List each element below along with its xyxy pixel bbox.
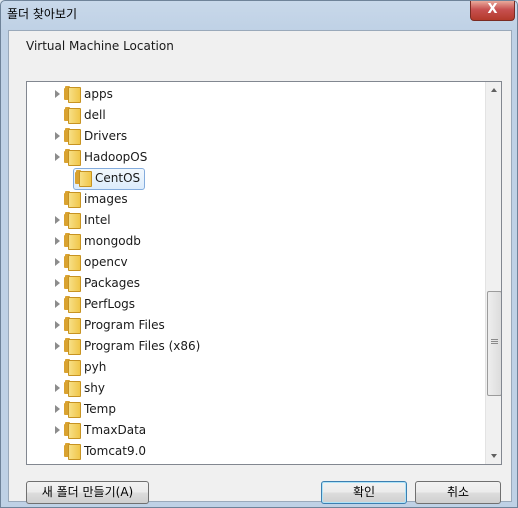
tree-item[interactable]: Program Files	[27, 315, 483, 336]
tree-item[interactable]: mongodb	[27, 231, 483, 252]
expand-arrow-icon[interactable]	[55, 384, 60, 392]
expand-arrow-icon[interactable]	[55, 405, 60, 413]
tree-item-label: PerfLogs	[84, 297, 136, 311]
expand-arrow-icon[interactable]	[55, 237, 60, 245]
folder-icon	[75, 170, 92, 187]
cancel-button[interactable]: 취소	[415, 481, 501, 504]
scroll-down-arrow-icon[interactable]	[486, 447, 501, 464]
tree-item-label: HadoopOS	[84, 150, 148, 164]
tree-item[interactable]: Temp	[27, 399, 483, 420]
expand-arrow-icon[interactable]	[55, 321, 60, 329]
folder-icon	[64, 401, 81, 418]
expand-arrow-icon[interactable]	[55, 90, 60, 98]
folder-icon	[64, 275, 81, 292]
browse-folder-dialog: 폴더 찾아보기 X Virtual Machine Location apps d…	[0, 0, 518, 508]
tree-item[interactable]: shy	[27, 378, 483, 399]
tree-item-label: Program Files	[84, 318, 165, 332]
tree-item-label: TmaxData	[84, 423, 147, 437]
tree-item-label: apps	[84, 87, 113, 101]
tree-item[interactable]: Drivers	[27, 126, 483, 147]
vertical-scrollbar[interactable]	[485, 82, 501, 464]
expand-arrow-icon[interactable]	[55, 153, 60, 161]
folder-icon	[64, 191, 81, 208]
folder-icon	[64, 422, 81, 439]
folder-icon	[64, 359, 81, 376]
tree-item[interactable]: Tomcat9.0	[27, 441, 483, 462]
folder-icon	[64, 128, 81, 145]
tree-item[interactable]: HadoopOS	[27, 147, 483, 168]
tree-item-label: Temp	[84, 402, 116, 416]
folder-icon	[64, 233, 81, 250]
tree-item-label: Drivers	[84, 129, 128, 143]
folder-icon	[64, 107, 81, 124]
expand-arrow-icon[interactable]	[55, 426, 60, 434]
tree-item[interactable]: Program Files (x86)	[27, 336, 483, 357]
dialog-description: Virtual Machine Location	[26, 39, 174, 53]
folder-icon	[64, 254, 81, 271]
tree-item[interactable]: images	[27, 189, 483, 210]
folder-icon	[64, 149, 81, 166]
close-button[interactable]: X	[470, 1, 515, 21]
scroll-up-arrow-icon[interactable]	[486, 82, 501, 99]
folder-icon	[64, 443, 81, 460]
tree-item-label: Tomcat9.0	[84, 444, 147, 458]
folder-icon	[64, 212, 81, 229]
tree-item[interactable]: PerfLogs	[27, 294, 483, 315]
tree-item-label: dell	[84, 108, 106, 122]
tree-item-label: Packages	[84, 276, 140, 290]
expand-arrow-icon[interactable]	[55, 258, 60, 266]
dialog-client-area: Virtual Machine Location apps dell Drivers…	[8, 30, 512, 504]
tree-item-label: Program Files (x86)	[84, 339, 201, 353]
tree-item[interactable]: Packages	[27, 273, 483, 294]
scroll-thumb[interactable]	[487, 291, 501, 396]
folder-icon	[64, 317, 81, 334]
tree-item[interactable]: dell	[27, 105, 483, 126]
tree-item[interactable]: pyh	[27, 357, 483, 378]
expand-arrow-icon[interactable]	[55, 279, 60, 287]
folder-icon	[64, 296, 81, 313]
tree-item-label: mongodb	[84, 234, 141, 248]
tree-item[interactable]: CentOS	[27, 168, 483, 190]
tree-item-label: pyh	[84, 360, 107, 374]
expand-arrow-icon[interactable]	[55, 300, 60, 308]
window-title: 폴더 찾아보기	[7, 7, 78, 21]
tree-item-label: CentOS	[95, 171, 141, 185]
tree-item[interactable]: apps	[27, 84, 483, 105]
folder-tree[interactable]: apps dell Drivers HadoopOS CentOS images Intel…	[26, 81, 502, 465]
tree-item-label: opencv	[84, 255, 128, 269]
expand-arrow-icon[interactable]	[55, 342, 60, 350]
tree-item[interactable]: opencv	[27, 252, 483, 273]
tree-item[interactable]: Intel	[27, 210, 483, 231]
new-folder-button[interactable]: 새 폴더 만들기(A)	[26, 481, 149, 504]
folder-icon	[64, 338, 81, 355]
expand-arrow-icon[interactable]	[55, 216, 60, 224]
tree-item-label: images	[84, 192, 128, 206]
folder-icon	[64, 86, 81, 103]
expand-arrow-icon[interactable]	[55, 132, 60, 140]
folder-icon	[64, 380, 81, 397]
tree-item[interactable]: TmaxData	[27, 420, 483, 441]
ok-button[interactable]: 확인	[321, 481, 407, 504]
tree-item-label: shy	[84, 381, 105, 395]
tree-item-label: Intel	[84, 213, 111, 227]
